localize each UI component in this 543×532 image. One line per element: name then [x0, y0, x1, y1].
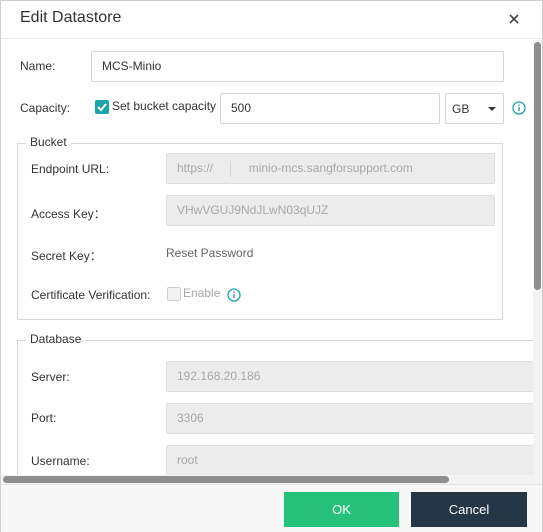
- username-label: Username:: [31, 454, 90, 468]
- database-legend: Database: [26, 332, 86, 346]
- cancel-button[interactable]: Cancel: [411, 492, 527, 527]
- capacity-unit-value: GB: [452, 102, 470, 116]
- ok-button[interactable]: OK: [284, 492, 399, 527]
- edit-datastore-dialog: Edit Datastore Name: MCS-Minio Capacity:…: [0, 0, 543, 532]
- endpoint-url-input: https:// minio-mcs.sangforsupport.com: [166, 153, 495, 184]
- endpoint-host: minio-mcs.sangforsupport.com: [248, 161, 413, 175]
- access-key-input: VHwVGUJ9NdJLwN03qUJZ: [166, 195, 495, 226]
- dialog-title: Edit Datastore: [20, 9, 122, 26]
- enable-certificate-checkbox[interactable]: [167, 287, 181, 301]
- enable-certificate-label: Enable: [183, 286, 221, 300]
- close-icon[interactable]: [506, 11, 522, 27]
- reset-password-link[interactable]: Reset Password: [166, 246, 253, 260]
- info-icon[interactable]: [227, 288, 241, 302]
- endpoint-divider: [230, 160, 232, 177]
- certificate-verification-label: Certificate Verification:: [31, 288, 151, 302]
- vertical-scrollbar[interactable]: [533, 40, 542, 484]
- access-key-label: Access Key：: [31, 207, 106, 221]
- horizontal-scrollbar-thumb[interactable]: [3, 476, 449, 483]
- capacity-unit-select[interactable]: GB: [445, 93, 504, 124]
- secret-key-label: Secret Key：: [31, 249, 102, 263]
- set-bucket-capacity-label: Set bucket capacity: [112, 99, 217, 113]
- server-input: 192.168.20.186: [166, 361, 534, 392]
- capacity-label: Capacity:: [20, 101, 71, 115]
- username-input: root: [166, 445, 534, 476]
- info-icon[interactable]: [512, 101, 526, 115]
- endpoint-scheme: https://: [177, 161, 214, 175]
- bucket-legend: Bucket: [26, 135, 71, 149]
- dialog-titlebar: Edit Datastore: [1, 1, 542, 39]
- vertical-scrollbar-thumb[interactable]: [534, 42, 541, 290]
- checkmark-icon: [97, 103, 107, 112]
- server-label: Server:: [31, 370, 70, 384]
- port-label: Port:: [31, 411, 57, 425]
- name-input[interactable]: MCS-Minio: [91, 51, 504, 82]
- port-input: 3306: [166, 403, 534, 434]
- chevron-down-icon: [488, 107, 496, 111]
- dialog-footer: OK Cancel: [1, 484, 542, 532]
- endpoint-url-label: Endpoint URL:: [31, 162, 110, 176]
- capacity-input[interactable]: 500: [220, 93, 440, 124]
- horizontal-scrollbar[interactable]: [1, 475, 533, 484]
- dialog-body: Name: MCS-Minio Capacity: Set bucket cap…: [1, 40, 542, 484]
- set-bucket-capacity-checkbox[interactable]: [95, 100, 109, 114]
- name-label: Name:: [20, 59, 56, 73]
